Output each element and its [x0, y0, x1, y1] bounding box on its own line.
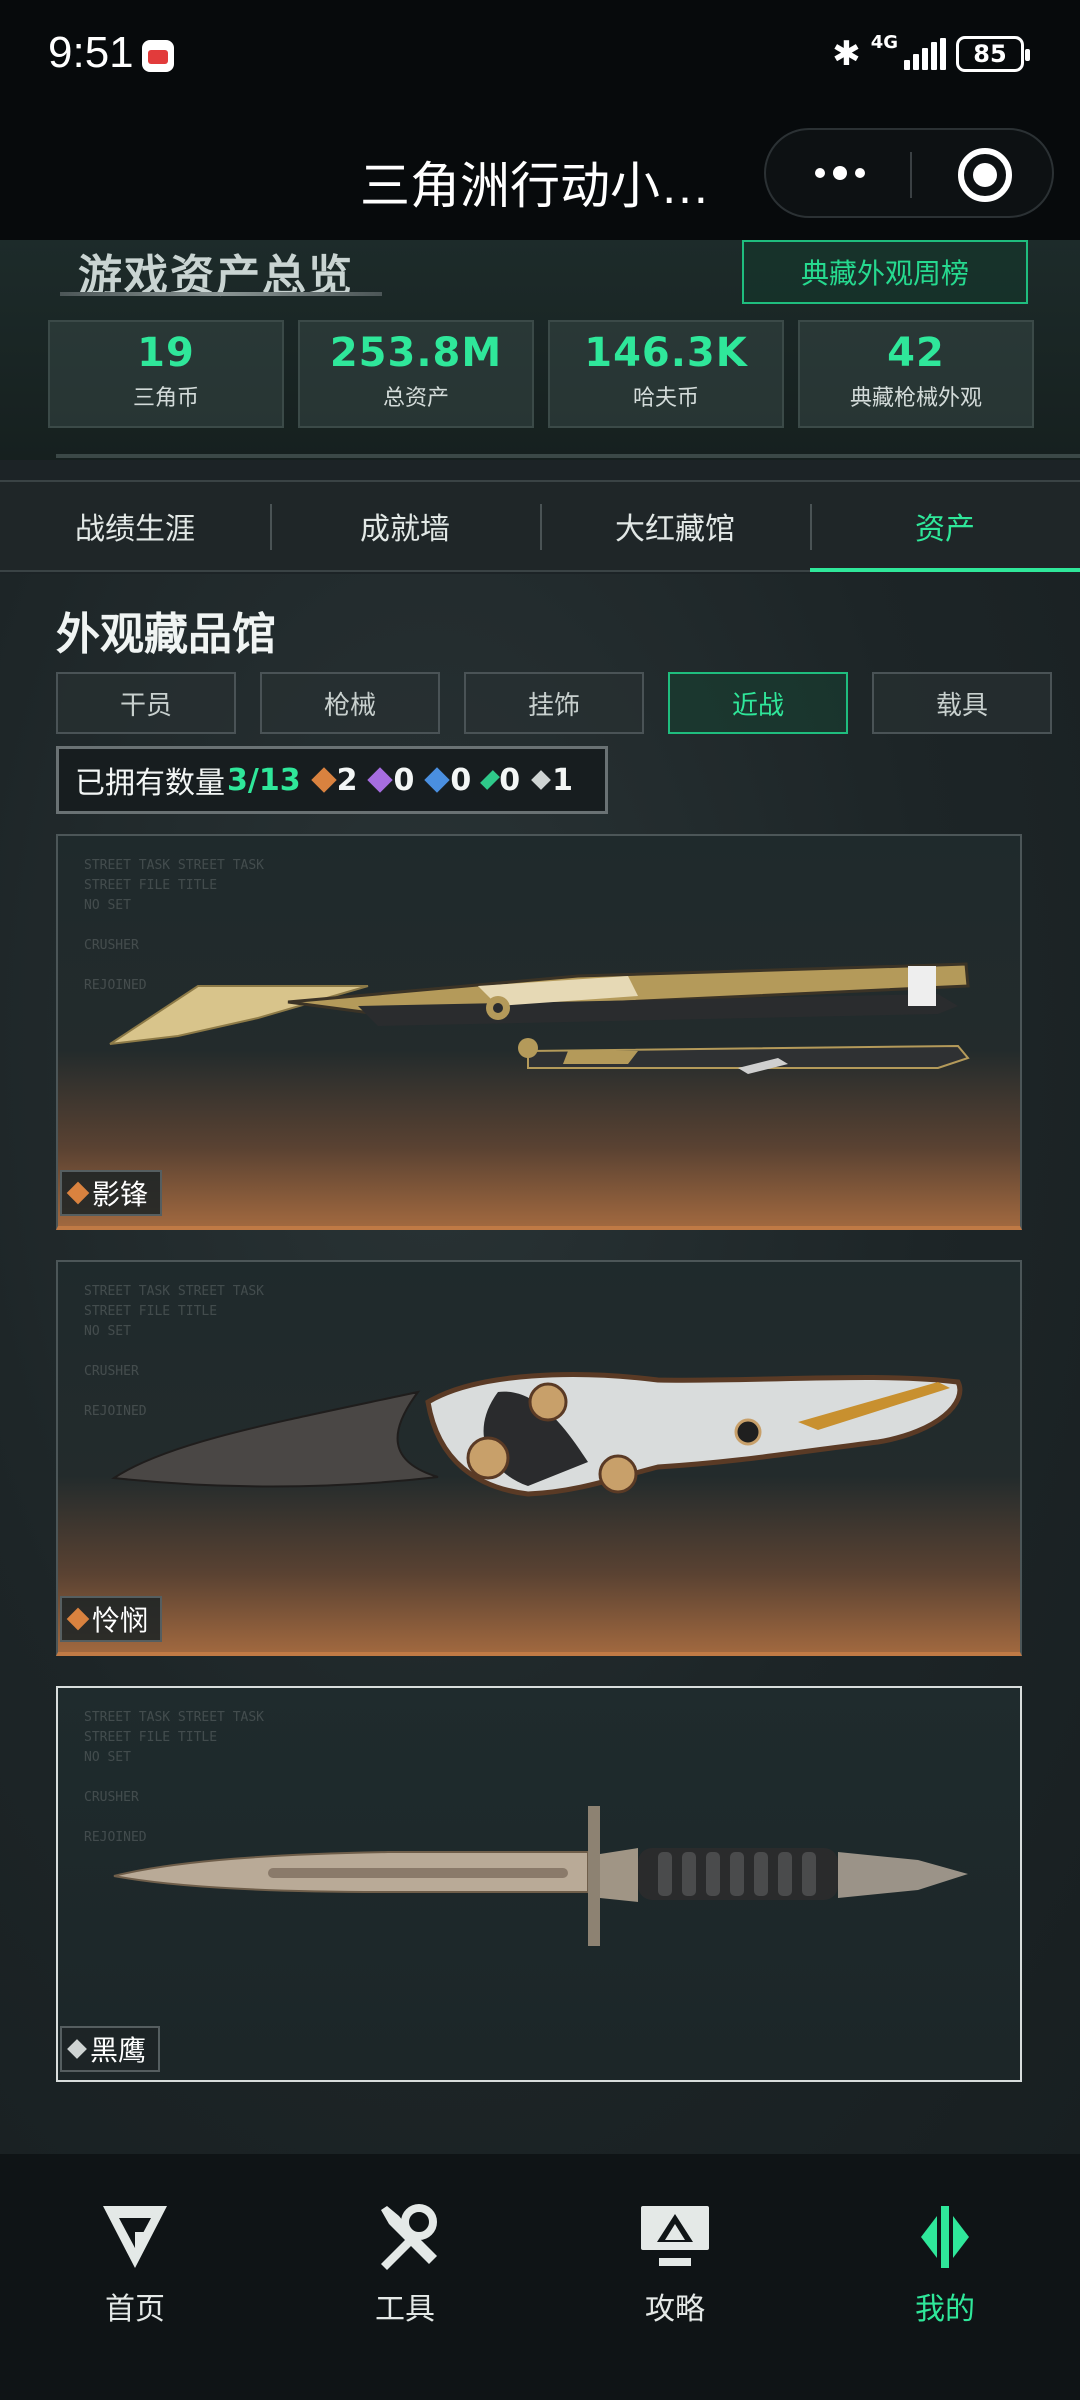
- tab-achievements[interactable]: 成就墙: [270, 482, 540, 570]
- skin-name-tag: 影锋: [60, 1170, 163, 1216]
- capsule-menu: [764, 128, 1054, 218]
- nav-tools[interactable]: 工具: [270, 2154, 540, 2400]
- rarity-count: 0: [499, 762, 521, 798]
- stat-value: 146.3K: [584, 330, 748, 376]
- skin-name: 黑鹰: [90, 2034, 147, 2067]
- rarity-blue: 0: [424, 762, 472, 798]
- stat-label: 典藏枪械外观: [849, 386, 982, 411]
- network-type: 4G: [870, 32, 898, 53]
- stat-label: 哈夫币: [632, 386, 699, 411]
- rarity-green: 0: [480, 762, 521, 798]
- stat-value: 19: [137, 330, 195, 376]
- skin-card[interactable]: STREET TASK STREET TASK STREET FILE TITLE…: [56, 1260, 1022, 1656]
- rarity-count: 2: [336, 762, 358, 798]
- owned-label: 已拥有数量: [75, 766, 225, 801]
- guide-monitor-icon: [641, 2206, 709, 2266]
- blue-diamond-icon: [424, 767, 451, 793]
- skin-card[interactable]: STREET TASK STREET TASK STREET FILE TITLE…: [56, 1686, 1022, 2082]
- white-diamond-icon: [67, 2039, 87, 2059]
- status-time: 9:51: [48, 28, 134, 77]
- stats-row: 19 三角币 253.8M 总资产 146.3K 哈夫币 42 典藏枪械外观: [48, 320, 1034, 428]
- combat-knife-image: [113, 1806, 968, 1946]
- nav-label: 我的: [915, 2292, 975, 2327]
- rarity-orange: 2: [310, 762, 358, 798]
- capsule-divider: [910, 152, 912, 198]
- owned-count: 3/13: [227, 762, 301, 798]
- nav-label: 工具: [375, 2292, 435, 2327]
- skin-name: 影锋: [92, 1178, 149, 1211]
- filter-operator[interactable]: 干员: [56, 672, 236, 734]
- stat-total-assets: 253.8M 总资产: [298, 320, 534, 428]
- category-filters: 干员 枪械 挂饰 近战 载具: [56, 672, 1052, 734]
- asset-summary: 游戏资产总览 典藏外观周榜 19 三角币 253.8M 总资产 146.3K 哈…: [0, 240, 1080, 460]
- home-logo-icon: [103, 2206, 167, 2268]
- nav-profile[interactable]: 我的: [810, 2154, 1080, 2400]
- rarity-count: 1: [552, 762, 573, 798]
- calendar-notification-icon: [142, 40, 174, 72]
- folding-knife-image: [111, 1372, 963, 1497]
- rarity-count: 0: [393, 762, 415, 798]
- stat-value: 42: [887, 330, 945, 376]
- bottom-navigation: 首页 工具 攻略 我的: [0, 2154, 1080, 2400]
- battery-icon: 85: [956, 36, 1030, 72]
- tools-icon: [381, 2204, 437, 2270]
- section-title: 外观藏品馆: [56, 609, 276, 660]
- weekly-ranking-button[interactable]: 典藏外观周榜: [742, 240, 1028, 304]
- title-underline: [60, 292, 382, 296]
- green-diamond-icon: [480, 770, 501, 790]
- page-title: 三角洲行动小…: [360, 158, 710, 214]
- nav-home[interactable]: 首页: [0, 2154, 270, 2400]
- mini-program-header: 三角洲行动小…: [0, 110, 1080, 240]
- filter-melee[interactable]: 近战: [668, 672, 848, 734]
- stat-collector-skins: 42 典藏枪械外观: [798, 320, 1034, 428]
- skin-name-tag: 怜悯: [60, 1596, 163, 1642]
- bluetooth-icon: ✱: [832, 34, 861, 74]
- orange-diamond-icon: [66, 1181, 90, 1205]
- more-options-icon[interactable]: [800, 150, 880, 196]
- butterfly-knife-image: [109, 962, 970, 1074]
- skin-card[interactable]: STREET TASK STREET TASK STREET FILE TITLE…: [56, 834, 1022, 1230]
- filter-vehicles[interactable]: 载具: [872, 672, 1052, 734]
- orange-diamond-icon: [310, 767, 337, 793]
- nav-guide[interactable]: 攻略: [540, 2154, 810, 2400]
- stat-haf-coin: 146.3K 哈夫币: [548, 320, 784, 428]
- collection-section: 外观藏品馆 干员 枪械 挂饰 近战 载具 已拥有数量 3/13 2 0 0 0 …: [0, 574, 1080, 2154]
- nav-label: 攻略: [645, 2292, 705, 2327]
- signal-icon: [904, 38, 946, 70]
- nav-label: 首页: [105, 2292, 165, 2327]
- stat-triangle-coin: 19 三角币: [48, 320, 284, 428]
- purple-diamond-icon: [367, 767, 394, 793]
- stat-label: 三角币: [132, 386, 199, 411]
- profile-logo-icon: [921, 2206, 969, 2268]
- skin-name-tag: 黑鹰: [60, 2026, 161, 2072]
- profile-tabs: 战绩生涯 成就墙 大红藏馆 资产: [0, 480, 1080, 572]
- stat-label: 总资产: [382, 386, 449, 411]
- rarity-purple: 0: [367, 762, 415, 798]
- filter-charms[interactable]: 挂饰: [464, 672, 644, 734]
- tab-assets[interactable]: 资产: [810, 482, 1080, 572]
- owned-count-bar: 已拥有数量 3/13 2 0 0 0 1: [56, 746, 608, 814]
- white-diamond-icon: [531, 770, 551, 790]
- status-indicators: ✱ 4G 85: [832, 32, 1030, 74]
- stat-value: 253.8M: [329, 330, 503, 376]
- status-bar: 9:51 ✱ 4G 85: [0, 0, 1080, 110]
- divider: [56, 454, 1080, 458]
- tab-red-collection[interactable]: 大红藏馆: [540, 482, 810, 570]
- rarity-count: 0: [450, 762, 472, 798]
- close-miniprogram-icon[interactable]: [958, 148, 1012, 202]
- skin-name: 怜悯: [92, 1604, 149, 1637]
- filter-guns[interactable]: 枪械: [260, 672, 440, 734]
- rarity-white: 1: [531, 762, 573, 798]
- tab-career[interactable]: 战绩生涯: [0, 482, 270, 570]
- orange-diamond-icon: [66, 1607, 90, 1631]
